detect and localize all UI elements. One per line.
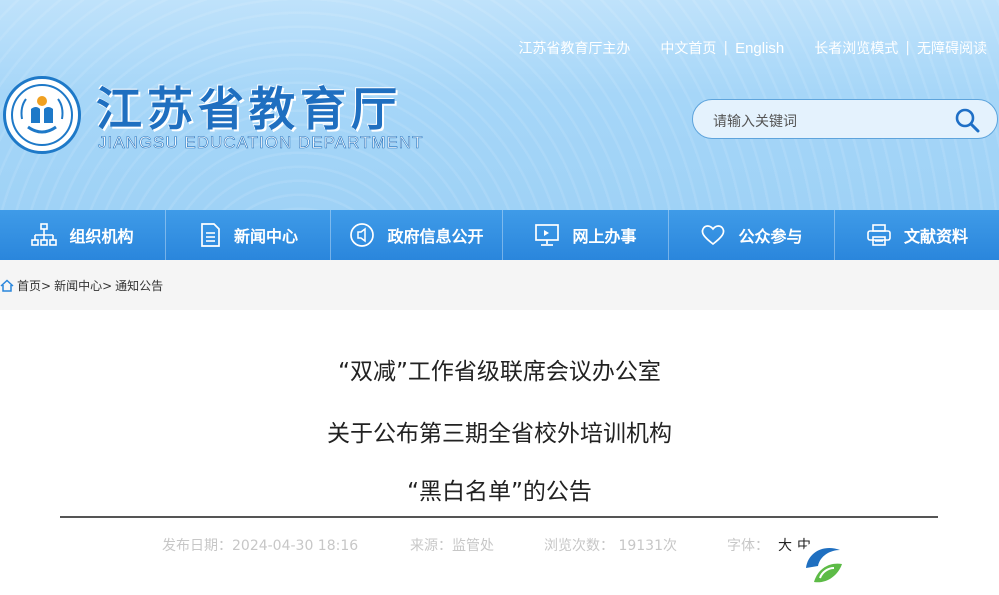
document-icon [201,223,220,247]
breadcrumb: 首页 > 新闻中心 > 通知公告 [0,277,163,294]
article-source: 来源：监管处 [410,538,494,554]
home-icon [0,279,14,292]
nav-item-public-participation[interactable]: 公众参与 [668,210,834,260]
nav-label: 文献资料 [903,227,968,246]
article-title-line-2: 关于公布第三期全省校外培训机构 [327,421,672,447]
article-title-line-1: “双减”工作省级联席会议办公室 [338,359,661,385]
main-nav: 组织机构 新闻中心 政府信息公开 网上办事 公众参与 文献资料 [0,210,999,260]
heart-icon [702,225,725,246]
article-title-line-3: “黑白名单”的公告 [407,479,592,505]
breadcrumb-separator: > [41,278,52,293]
search-icon[interactable] [953,106,981,134]
site-header: 江苏省教育厅主办 中文首页 | English 长者浏览模式 | 无障碍阅读 江… [0,0,999,210]
breadcrumb-notice-link[interactable]: 通知公告 [115,277,163,294]
search-input[interactable]: 请输入关键词 [713,111,797,131]
title-divider [60,516,938,518]
breadcrumb-bar: 首页 > 新闻中心 > 通知公告 [0,260,999,310]
breadcrumb-home-link[interactable]: 首页 [17,277,41,294]
accessible-reading-link[interactable]: 无障碍阅读 [917,38,987,58]
publish-date: 发布日期：2024-04-30 18:16 [162,538,359,554]
org-chart-icon [31,223,58,246]
site-subtitle: JIANGSU EDUCATION DEPARTMENT [98,133,424,153]
monitor-icon [535,224,560,246]
floating-app-badge-icon[interactable] [796,538,850,592]
nav-label: 组织机构 [69,227,134,246]
speaker-icon [350,223,375,247]
divider: | [723,40,729,56]
top-links-bar: 江苏省教育厅主办 中文首页 | English 长者浏览模式 | 无障碍阅读 [518,38,987,58]
nav-label: 网上办事 [572,227,637,246]
breadcrumb-news-link[interactable]: 新闻中心 [54,277,102,294]
nav-item-online-service[interactable]: 网上办事 [502,210,668,260]
nav-item-gov-info[interactable]: 政府信息公开 [330,210,502,260]
elder-mode-link[interactable]: 长者浏览模式 [814,38,898,58]
printer-icon [867,224,891,246]
divider: | [905,40,910,56]
nav-label: 公众参与 [738,227,803,246]
department-logo[interactable] [3,76,81,154]
emblem-icon [20,96,64,134]
chinese-home-link[interactable]: 中文首页 [660,38,716,58]
sponsor-text: 江苏省教育厅主办 [518,41,631,57]
nav-item-organization[interactable]: 组织机构 [0,210,165,260]
english-link[interactable]: English [735,40,784,57]
search-box[interactable]: 请输入关键词 [692,99,998,139]
font-size-label: 字体： [727,538,769,554]
nav-label: 新闻中心 [233,227,298,246]
breadcrumb-separator: > [102,278,113,293]
nav-label: 政府信息公开 [387,227,484,246]
nav-item-news[interactable]: 新闻中心 [165,210,330,260]
view-count: 浏览次数： 19131次 [544,538,677,554]
nav-item-documents[interactable]: 文献资料 [834,210,999,260]
site-title: 江苏省教育厅 [96,82,402,136]
font-size-large-button[interactable]: 大 [778,535,792,555]
